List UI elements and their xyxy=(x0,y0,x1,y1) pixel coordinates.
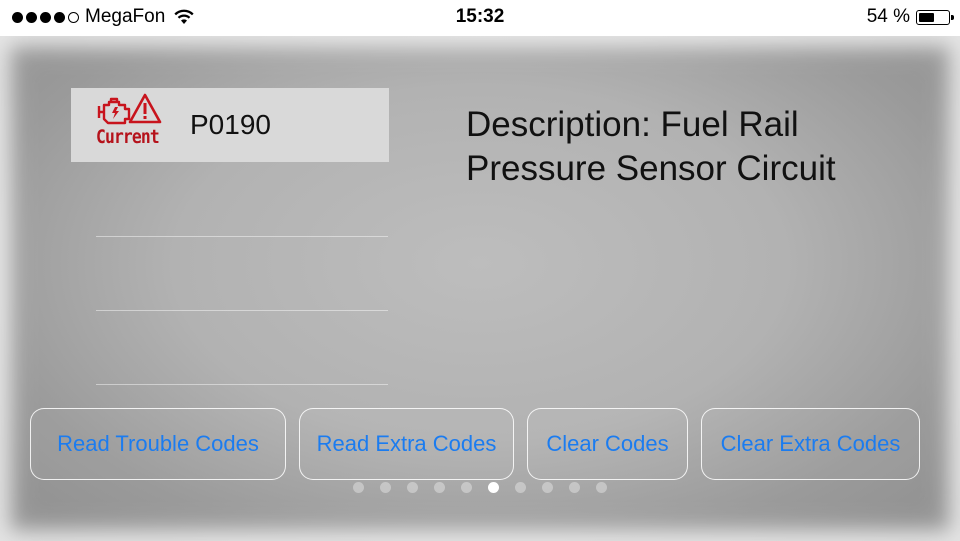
read-extra-codes-button[interactable]: Read Extra Codes xyxy=(299,408,514,480)
page-dot[interactable] xyxy=(353,482,364,493)
page-dot[interactable] xyxy=(461,482,472,493)
page-dot-active[interactable] xyxy=(488,482,499,493)
code-description: Description: Fuel Rail Pressure Sensor C… xyxy=(466,105,836,188)
page-indicator[interactable] xyxy=(353,482,607,493)
page-dot[interactable] xyxy=(542,482,553,493)
page-dot[interactable] xyxy=(515,482,526,493)
status-right: 54 % xyxy=(866,6,954,28)
trouble-code-row[interactable]: Current P0190 xyxy=(71,88,389,162)
page-dot[interactable] xyxy=(380,482,391,493)
clear-codes-button[interactable]: Clear Codes xyxy=(527,408,688,480)
page-dot[interactable] xyxy=(596,482,607,493)
battery-icon xyxy=(916,9,954,25)
battery-fill xyxy=(919,12,934,22)
list-divider xyxy=(96,310,388,311)
status-label: Current xyxy=(96,126,160,148)
status-time: 15:32 xyxy=(455,6,505,27)
read-trouble-codes-button[interactable]: Read Trouble Codes xyxy=(30,408,286,480)
page-dot[interactable] xyxy=(569,482,580,493)
page-dot[interactable] xyxy=(434,482,445,493)
main-panel: Current P0190 Description: Fuel Rail Pre… xyxy=(0,36,960,541)
clear-extra-codes-button[interactable]: Clear Extra Codes xyxy=(701,408,920,480)
battery-tip xyxy=(951,14,954,20)
trouble-code: P0190 xyxy=(190,109,271,140)
list-divider xyxy=(96,384,388,385)
battery-percent: 54 % xyxy=(866,6,910,27)
status-bar: MegaFon 15:32 54 % xyxy=(0,0,960,36)
list-divider xyxy=(96,236,388,237)
page-dot[interactable] xyxy=(407,482,418,493)
